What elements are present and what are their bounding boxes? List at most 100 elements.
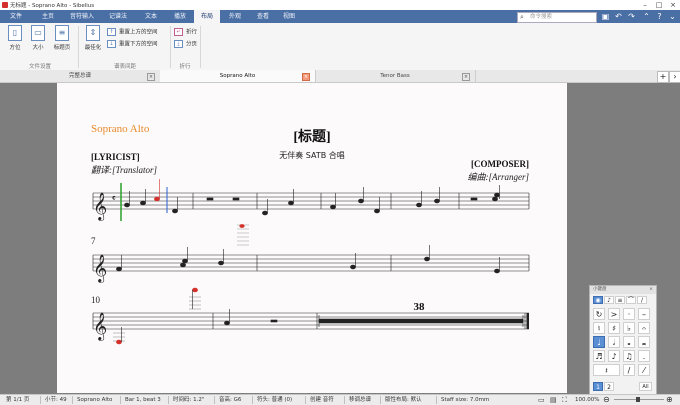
status-divider [72,396,73,404]
keypad-voice-all[interactable]: All [639,382,652,391]
keypad-titlebar: 小键盘 × [590,286,656,294]
command-search-input[interactable]: ⌕ 命令搜索 [517,12,597,23]
double-whole-note-icon[interactable]: 𝅜 [638,336,650,348]
tab-appearance[interactable]: 外观 [220,10,250,23]
thirty-second-note-icon[interactable]: ♫ [623,350,635,362]
lyricist-text[interactable]: [LYRICIST] [91,152,140,162]
keypad-layout-beams-icon[interactable]: ≡ [615,296,625,304]
tremolo-icon[interactable]: ⁄ [638,364,650,376]
chevron-down-icon[interactable]: ⌄ [667,11,678,22]
rest-key-icon[interactable]: 𝄽 [593,364,620,376]
sibelius-app-icon [2,2,8,8]
ribbon-separator [170,26,171,68]
keypad-voice-2[interactable]: 2 [604,382,614,391]
tab-list-chevron-icon[interactable]: › [669,71,680,83]
natural-icon[interactable]: ♮ [593,322,605,334]
size-label: 大小 [32,45,44,51]
keypad-title: 小键盘 [593,287,607,292]
save-icon[interactable]: ▣ [600,11,611,22]
keypad-voice-1[interactable]: 1 [593,382,603,391]
search-placeholder: 命令搜索 [530,14,553,20]
ribbon-panel: ▯ 方位 ▭ 大小 ≡ 标题页 文件设置 ⇕ 最佳化 ↑ 重置上方的空间 ↓ 重置下… [0,23,680,71]
keypad-layout-notes-icon[interactable]: ♪ [604,296,614,304]
keypad-layout-common-icon[interactable]: ◉ [593,296,603,304]
tab-notations[interactable]: 记谱法 [100,10,136,23]
tab-play[interactable]: 播放 [166,10,194,23]
close-icon[interactable]: × [666,0,680,10]
add-tab-icon[interactable]: + [657,71,669,83]
tab-view[interactable]: 视图 [276,10,302,23]
dot-icon[interactable]: . [638,350,650,362]
optimize-button[interactable]: ⇕ 最佳化 [82,25,104,57]
break-label: 折行 [186,29,198,36]
selected-note[interactable] [239,224,245,228]
doc-tab-tenor-bass[interactable]: Tenor Bass × [315,70,476,82]
help-icon[interactable]: ? [654,11,665,22]
status-bar: 第 1/1 页 小节: 49 Soprano Alto Bar 1, beat … [0,394,680,405]
doc-tab-full-score[interactable]: 完整总谱 × [0,70,161,82]
half-note-icon[interactable]: 𝅗𝅥 [608,336,620,348]
eighth-note-icon[interactable]: ♪ [608,350,620,362]
doc-tab-label: Tenor Bass [380,73,410,79]
search-icon: ⌕ [520,13,524,21]
maximize-icon[interactable]: □ [652,0,666,10]
tab-note-input[interactable]: 音符输入 [64,10,100,23]
redo-icon[interactable]: ↷ [626,11,637,22]
group-label-staff-spacing: 谱表间距 [113,64,136,70]
score-subtitle[interactable]: 无伴奏 SATB 合唱 [279,150,345,160]
break-button[interactable]: ↵ 折行 [174,28,197,36]
tab-review[interactable]: 查看 [250,10,276,23]
tab-file[interactable]: 文件 [0,10,32,23]
arranger-text[interactable]: 编曲:[Arranger] [467,172,529,182]
close-tab-icon[interactable]: × [302,73,310,81]
reset-below-icon: ↓ [107,40,116,48]
orientation-button[interactable]: ▯ 方位 [4,25,26,57]
page-orientation-icon: ▯ [8,25,22,41]
size-button[interactable]: ▭ 大小 [27,25,49,57]
doc-tab-label: 完整总谱 [68,73,91,79]
whole-note-icon[interactable]: 𝅝 [623,336,635,348]
staff-system-2[interactable] [92,254,530,272]
keypad-panel[interactable]: 小键盘 × ◉ ♪ ≡ ⌒ ∕ ↻ > · – ♮ ♯ ♭ 𝄐 ♩ 𝅗𝅥 𝅝 𝅜 … [589,285,657,396]
page-size-icon: ▭ [31,25,45,41]
close-tab-icon[interactable]: × [462,73,470,81]
reset-above-icon: ↑ [107,28,116,36]
slash-icon[interactable]: / [623,364,635,376]
minimize-icon[interactable]: – [638,0,652,10]
title-page-label: 标题页 [53,45,71,51]
keypad-layout-accidentals-icon[interactable]: ∕ [637,296,647,304]
key-rest-icon[interactable]: ↻ [593,308,605,320]
composer-text[interactable]: [COMPOSER] [471,159,529,169]
key-accent-icon[interactable]: > [608,308,620,320]
tab-text[interactable]: 文本 [136,10,166,23]
quarter-note-icon[interactable]: ♩ [593,336,605,348]
tab-home[interactable]: 主页 [32,10,64,23]
notes-system-3[interactable] [113,287,524,345]
tab-layout[interactable]: 布局 [194,10,220,23]
time-signature: 𝄴 [112,193,116,203]
close-tab-icon[interactable]: × [147,73,155,81]
chevron-up-icon[interactable]: ⌃ [641,11,652,22]
treble-clef-icon: 𝄞 [93,254,107,283]
doc-tab-label: Soprano Alto [219,73,256,79]
doc-tab-soprano-alto[interactable]: Soprano Alto × [160,70,316,82]
undo-icon[interactable]: ↶ [613,11,624,22]
close-icon[interactable]: × [649,286,653,294]
tie-icon[interactable]: 𝄐 [638,322,650,334]
key-staccato-icon[interactable]: · [623,308,635,320]
split-button[interactable]: ⤓ 分页 [174,40,197,48]
reset-space-below-button[interactable]: ↓ 重置下方的空间 [107,40,158,48]
score-page[interactable]: Soprano Alto [标题] 无伴奏 SATB 合唱 [LYRICIST]… [57,83,567,393]
final-barline [526,313,529,329]
key-tenuto-icon[interactable]: – [638,308,650,320]
title-page-button[interactable]: ≡ 标题页 [51,25,73,57]
status-divider [120,396,121,404]
reset-space-above-button[interactable]: ↑ 重置上方的空间 [107,28,158,36]
zoom-slider-thumb[interactable] [636,397,640,402]
score-title[interactable]: [标题] [293,128,330,145]
sixteenth-note-icon[interactable]: ♬ [593,350,605,362]
flat-icon[interactable]: ♭ [623,322,635,334]
keypad-layout-articulations-icon[interactable]: ⌒ [626,296,636,304]
translator-text[interactable]: 翻译:[Translator] [91,165,158,175]
sharp-icon[interactable]: ♯ [608,322,620,334]
